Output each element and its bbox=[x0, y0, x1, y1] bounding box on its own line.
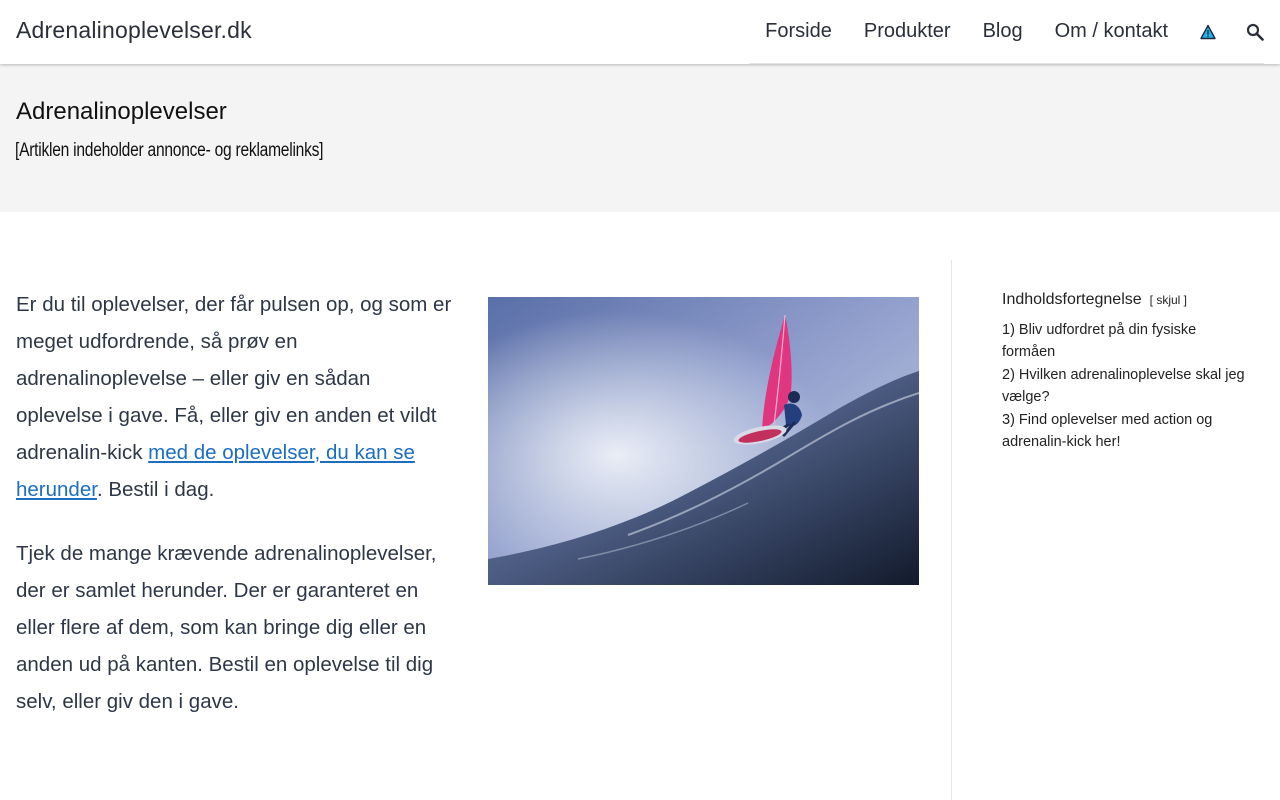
ad-disclaimer: [Artiklen indeholder annonce- og reklame… bbox=[15, 140, 324, 161]
site-header: Adrenalinoplevelser.dk Forside Produkter… bbox=[0, 0, 1280, 64]
nav-forside[interactable]: Forside bbox=[765, 20, 832, 43]
toc-hide-toggle[interactable]: [ skjul ] bbox=[1150, 293, 1187, 307]
article-content: Er du til oplevelser, der får pulsen op,… bbox=[16, 286, 456, 747]
toc-link-2[interactable]: 2) Hvilken adrenalinoplevelse skal jeg v… bbox=[1002, 367, 1245, 405]
toc-item: 2) Hvilken adrenalinoplevelse skal jeg v… bbox=[1002, 364, 1252, 408]
site-title-link[interactable]: Adrenalinoplevelser.dk bbox=[16, 17, 252, 44]
windsurfer-photo bbox=[488, 297, 919, 585]
toc-link-1[interactable]: 1) Bliv udfordret på din fysiske formåen bbox=[1002, 322, 1196, 360]
toc-item: 1) Bliv udfordret på din fysiske formåen bbox=[1002, 319, 1252, 363]
second-paragraph: Tjek de mange krævende adrenalinoplevels… bbox=[16, 542, 437, 713]
toc-item: 3) Find oplevelser med action og adrenal… bbox=[1002, 409, 1252, 453]
page-title: Adrenalinoplevelser bbox=[16, 98, 227, 125]
table-of-contents: Indholdsfortegnelse [ skjul ] 1) Bliv ud… bbox=[1002, 291, 1252, 454]
intro-end: . Bestil i dag. bbox=[96, 478, 215, 501]
nav-produkter[interactable]: Produkter bbox=[864, 20, 951, 43]
search-icon[interactable] bbox=[1246, 23, 1264, 41]
toc-link-3[interactable]: 3) Find oplevelser med action og adrenal… bbox=[1002, 412, 1212, 450]
nav-om-kontakt[interactable]: Om / kontakt bbox=[1055, 20, 1168, 43]
warning-triangle-icon[interactable] bbox=[1200, 24, 1216, 40]
sidebar-divider bbox=[951, 260, 952, 800]
intro-paragraph: Er du til oplevelser, der får pulsen op,… bbox=[16, 286, 456, 508]
intro-text: Er du til oplevelser, der får pulsen op,… bbox=[16, 293, 452, 464]
nav-blog[interactable]: Blog bbox=[983, 20, 1023, 43]
title-band: Adrenalinoplevelser [Artiklen indeholder… bbox=[0, 64, 1280, 212]
main-nav: Forside Produkter Blog Om / kontakt bbox=[749, 0, 1264, 64]
toc-heading: Indholdsfortegnelse bbox=[1002, 291, 1142, 308]
